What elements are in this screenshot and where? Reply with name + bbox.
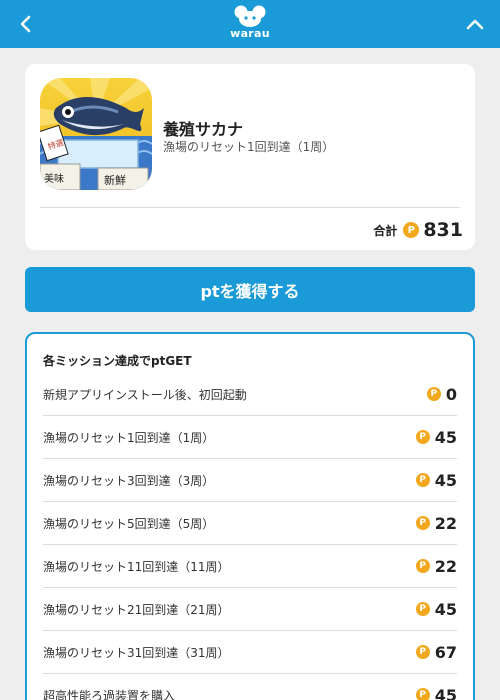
point-coin-icon: P [415, 516, 430, 530]
icon-label-bimi: 美味 [44, 172, 64, 185]
mission-row: 漁場のリセット11回到達（11周） P 22 [43, 545, 457, 588]
mission-row: 漁場のリセット31回到達（31周） P 67 [43, 631, 457, 674]
mission-points: P 67 [415, 642, 457, 662]
mission-points-value: 22 [434, 513, 457, 533]
get-points-button[interactable]: ptを獲得する [25, 267, 475, 312]
app-title: 養殖サカナ [163, 120, 244, 139]
divider [40, 207, 460, 208]
point-coin-icon: P [415, 559, 430, 573]
point-coin-icon: P [415, 645, 430, 659]
mission-points-value: 45 [434, 427, 457, 447]
point-coin-icon: P [426, 387, 441, 401]
point-coin-icon: P [415, 688, 430, 700]
mission-name: 漁場のリセット31回到達（31周） [43, 645, 230, 660]
mission-name: 漁場のリセット11回到達（11周） [43, 559, 230, 574]
top-navigation-bar: warau [0, 0, 500, 48]
mission-name: 漁場のリセット3回到達（3周） [43, 473, 215, 488]
point-coin-icon: P [415, 430, 430, 444]
app-icon[interactable]: 特選 美味 新鮮 [40, 78, 152, 190]
mission-points: P 22 [415, 513, 457, 533]
point-coin-icon: P [415, 602, 430, 616]
mission-points-value: 45 [434, 599, 457, 619]
mission-row: 漁場のリセット5回到達（5周） P 22 [43, 502, 457, 545]
mission-row: 新規アプリインストール後、初回起動 P 0 [43, 373, 457, 416]
mission-points-value: 45 [434, 470, 457, 490]
mission-row: 漁場のリセット21回到達（21周） P 45 [43, 588, 457, 631]
mission-points: P 22 [415, 556, 457, 576]
point-coin-icon: P [415, 473, 430, 487]
mission-points-value: 0 [445, 384, 457, 404]
mission-name: 超高性能ろ過装置を購入 [43, 688, 176, 700]
fish-app-icon: 特選 美味 新鮮 [40, 78, 152, 190]
total-points-value: 831 [423, 219, 463, 241]
mission-row: 超高性能ろ過装置を購入 P 45 [43, 674, 457, 700]
back-button[interactable] [10, 9, 40, 39]
mission-name: 漁場のリセット5回到達（5周） [43, 516, 215, 531]
mission-points: P 0 [426, 384, 457, 404]
mission-points-value: 22 [434, 556, 457, 576]
mission-points-value: 67 [434, 642, 457, 662]
total-label: 合計 [373, 223, 398, 238]
mission-name: 漁場のリセット21回到達（21周） [43, 602, 230, 617]
mission-points: P 45 [415, 470, 457, 490]
mission-points: P 45 [415, 685, 457, 700]
mission-row: 漁場のリセット1回到達（1周） P 45 [43, 416, 457, 459]
app-card: 特選 美味 新鮮 養殖サカナ 漁場のリセット1回到達（1周） 合計 P 831 [25, 64, 475, 250]
mission-row: 漁場のリセット3回到達（3周） P 45 [43, 459, 457, 502]
mission-points-value: 45 [434, 685, 457, 700]
collapse-button[interactable] [460, 9, 490, 39]
logo-wordmark: warau [230, 27, 270, 40]
mission-points: P 45 [415, 599, 457, 619]
mission-points: P 45 [415, 427, 457, 447]
mission-name: 漁場のリセット1回到達（1周） [43, 430, 215, 445]
mission-name: 新規アプリインストール後、初回起動 [43, 387, 247, 402]
missions-title: 各ミッション達成でptGET [43, 354, 192, 368]
chevron-up-icon [466, 19, 484, 30]
point-coin-icon: P [403, 222, 420, 238]
chevron-left-icon [20, 15, 31, 33]
icon-label-shinsen: 新鮮 [104, 173, 126, 187]
warau-mascot-icon [234, 5, 266, 27]
app-current-mission: 漁場のリセット1回到達（1周） [163, 140, 335, 154]
missions-panel: 各ミッション達成でptGET 新規アプリインストール後、初回起動 P 0 漁場の… [25, 332, 475, 700]
total-points: 合計 P 831 [373, 218, 463, 242]
warau-logo[interactable]: warau [228, 5, 272, 45]
